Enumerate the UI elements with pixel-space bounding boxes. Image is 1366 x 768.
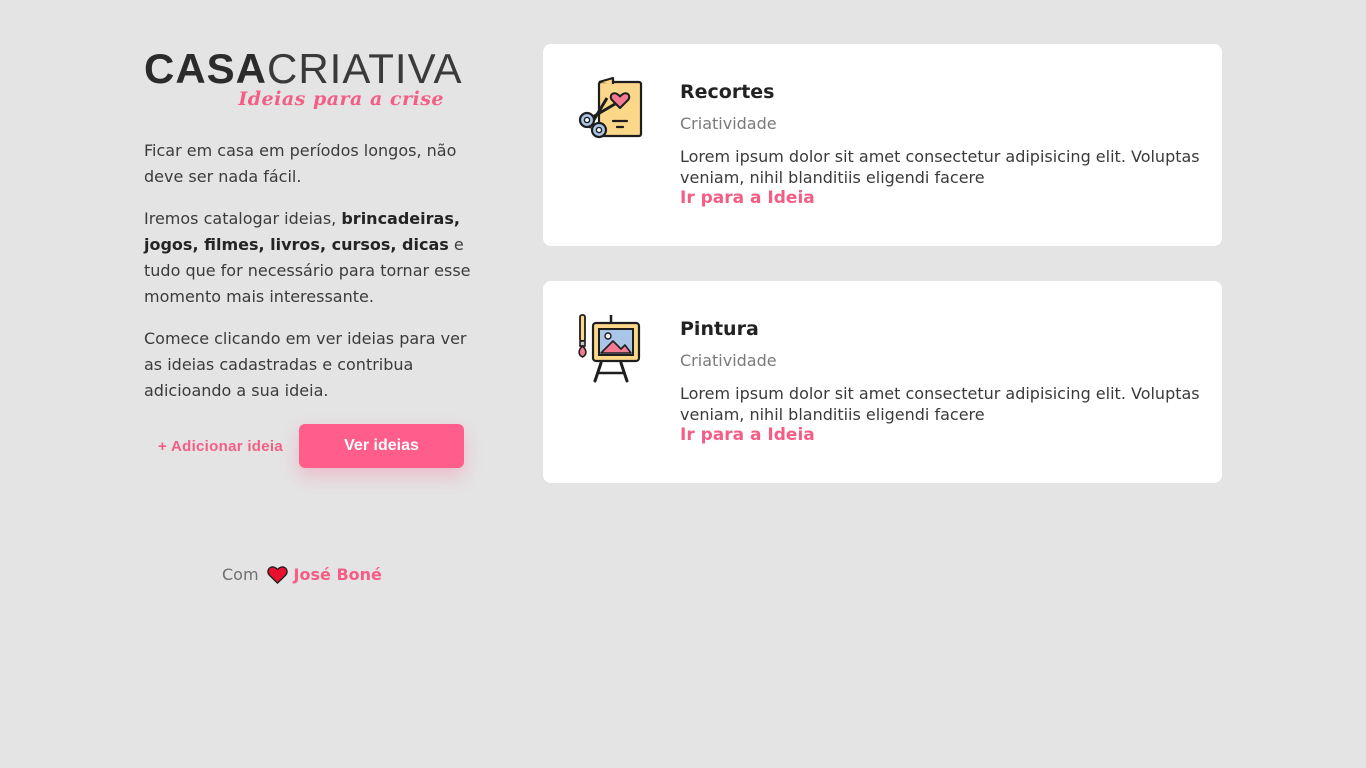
heart-icon — [266, 565, 288, 584]
idea-card[interactable]: Recortes Criatividade Lorem ipsum dolor … — [543, 44, 1222, 246]
intro-paragraph-1: Ficar em casa em períodos longos, não de… — [144, 141, 457, 186]
idea-link[interactable]: Ir para a Ideia — [680, 425, 815, 446]
logo-wordmark: CASACRIATIVA — [144, 48, 464, 90]
idea-title: Recortes — [680, 81, 775, 103]
logo-tagline: Ideias para a crise — [238, 88, 444, 110]
intro-paragraph-3: Comece clicando em ver ideias para ver a… — [144, 329, 467, 400]
intro-text: Ficar em casa em períodos longos, não de… — [144, 138, 484, 404]
easel-paintbrush-icon — [575, 313, 647, 385]
page: CASACRIATIVA Ideias para a crise Ficar e… — [0, 0, 1366, 768]
logo-light-text: CRIATIVA — [267, 45, 463, 92]
actions: + Adicionar ideia Ver ideias — [144, 424, 484, 468]
idea-card[interactable]: Pintura Criatividade Lorem ipsum dolor s… — [543, 281, 1222, 483]
idea-description: Lorem ipsum dolor sit amet consectetur a… — [680, 384, 1200, 424]
intro-p2-start: Iremos catalogar ideias, — [144, 209, 337, 228]
footer-author[interactable]: José Boné — [294, 565, 382, 584]
intro-paragraph-2: Iremos catalogar ideias, brincadeiras, j… — [144, 206, 474, 310]
logo[interactable]: CASACRIATIVA Ideias para a crise — [144, 48, 464, 116]
scissors-card-icon — [575, 76, 647, 148]
idea-card-body: Pintura Criatividade Lorem ipsum dolor s… — [680, 317, 1200, 446]
view-ideas-button[interactable]: Ver ideias — [299, 424, 464, 468]
idea-category: Criatividade — [680, 114, 777, 133]
idea-link[interactable]: Ir para a Ideia — [680, 188, 815, 209]
idea-title: Pintura — [680, 318, 759, 340]
add-idea-link[interactable]: + Adicionar ideia — [144, 438, 297, 455]
logo-bold-text: CASA — [144, 45, 268, 92]
footer-with-text: Com — [222, 565, 259, 584]
footer: Com José Boné — [222, 565, 382, 584]
idea-description: Lorem ipsum dolor sit amet consectetur a… — [680, 147, 1200, 187]
idea-card-body: Recortes Criatividade Lorem ipsum dolor … — [680, 80, 1200, 209]
sidebar: CASACRIATIVA Ideias para a crise Ficar e… — [144, 48, 484, 468]
idea-category: Criatividade — [680, 351, 777, 370]
